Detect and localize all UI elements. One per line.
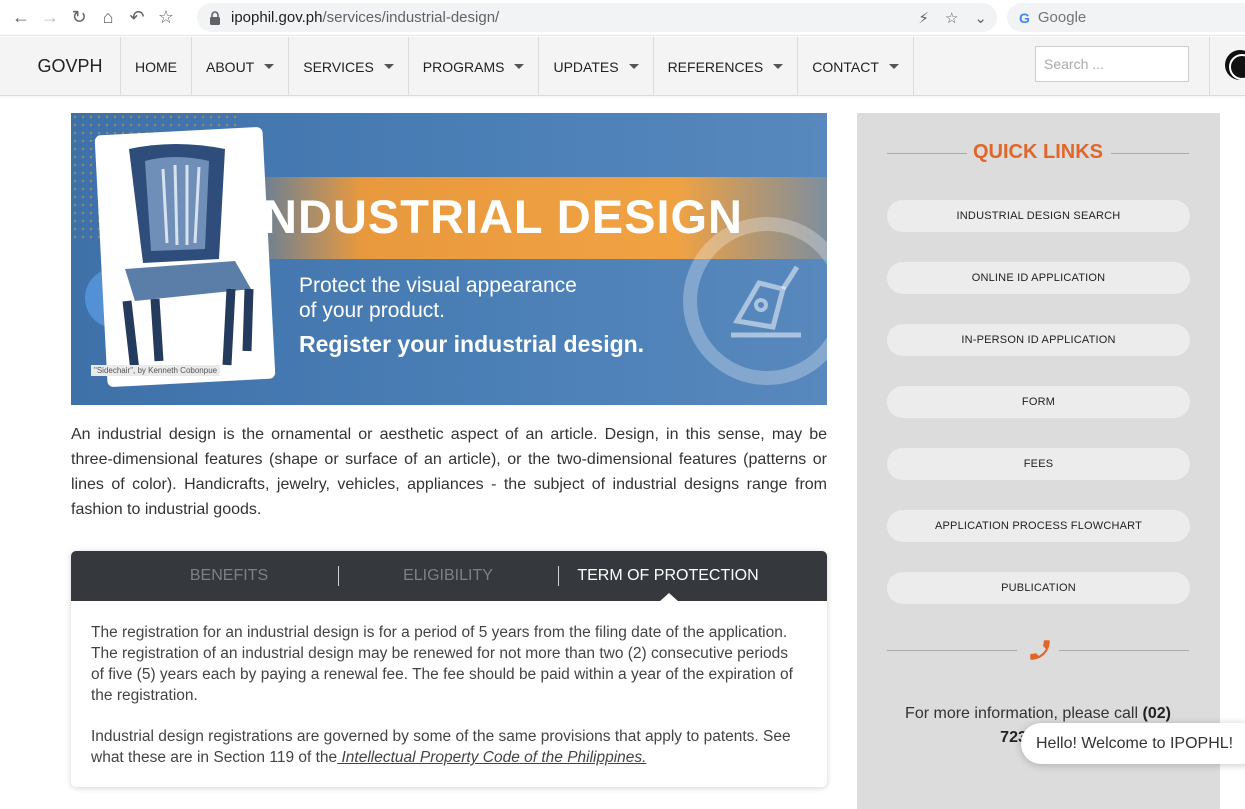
tab-eligibility[interactable]: ELIGIBILITY [339,551,557,601]
address-bar[interactable]: ipophil.gov.ph/services/industrial-desig… [197,3,997,32]
menu-item-label: HOME [135,58,177,75]
caret-down-icon [383,64,394,69]
caret-down-icon [514,64,525,69]
menu-item-label: UPDATES [553,58,619,75]
lock-icon [209,10,221,25]
home-icon[interactable]: ⌂ [95,5,121,31]
quick-link-application-process-flowchart[interactable]: APPLICATION PROCESS FLOWCHART [887,510,1190,542]
menu-item-home[interactable]: HOME [121,37,192,96]
accessibility-icon[interactable] [1225,50,1245,80]
browser-nav-buttons: ← → ↻ ⌂ ↶ ☆ [0,5,196,31]
menu-item-label: SERVICES [303,58,374,75]
undo-icon[interactable]: ↶ [124,5,150,31]
url-path: /services/industrial-design/ [322,9,500,26]
tab-content: The registration for an industrial desig… [91,622,801,768]
menu-item-updates[interactable]: UPDATES [539,37,654,96]
info-tabs-panel: BENEFITS ELIGIBILITY TERM OF PROTECTION … [71,551,827,787]
phone-divider-row [887,635,1189,665]
quick-link-online-id-application[interactable]: ONLINE ID APPLICATION [887,262,1190,294]
industrial-design-description: An industrial design is the ornamental o… [71,426,827,518]
banner-title: INDUSTRIAL DESIGN [249,190,743,243]
industrial-design-banner: "Sidechair", by Kenneth Cobonpue INDUSTR… [71,113,827,405]
caret-down-icon [773,64,784,69]
caret-down-icon [628,64,639,69]
contact-info-text: For more information, please call [905,705,1143,722]
term-paragraph: The registration for an industrial desig… [91,624,793,704]
quick-links-title: QUICK LINKS [973,141,1103,163]
active-tab-indicator [659,593,679,602]
site-search-input[interactable] [1035,46,1189,82]
ip-code-link[interactable]: Intellectual Property Code of the Philip… [337,749,646,766]
caret-down-icon [264,64,275,69]
back-icon[interactable]: ← [8,5,34,31]
quick-links-heading-row: QUICK LINKS [887,141,1189,165]
banner-line-1: Protect the visual appearance [299,274,577,297]
site-header: GOVPH HOME ABOUT SERVICES PROGRAMS UPDAT… [0,37,1245,96]
banner-line-2: of your product. [299,299,445,322]
quick-link-fees[interactable]: FEES [887,448,1190,480]
quick-link-in-person-id-application[interactable]: IN-PERSON ID APPLICATION [887,324,1190,356]
google-icon: G [1019,9,1030,26]
banner-subtitle: Protect the visual appearance of your pr… [299,273,577,323]
url-host: ipophil.gov.ph [231,9,323,26]
tab-bar: BENEFITS ELIGIBILITY TERM OF PROTECTION [71,551,827,602]
chair-illustration [122,144,254,371]
header-divider [1209,37,1210,96]
browser-search-box[interactable]: G Google [1007,3,1245,32]
caret-down-icon [888,64,899,69]
quick-links-sidebar: QUICK LINKS INDUSTRIAL DESIGN SEARCH ONL… [857,113,1220,809]
phone-rule-right [1059,650,1189,651]
main-menu: HOME ABOUT SERVICES PROGRAMS UPDATES REF… [121,37,914,96]
banner-caption: "Sidechair", by Kenneth Cobonpue [91,365,221,376]
governance-paragraph: Industrial design registrations are gove… [91,726,801,768]
quick-link-industrial-design-search[interactable]: INDUSTRIAL DESIGN SEARCH [887,200,1190,232]
reload-icon[interactable]: ↻ [66,5,92,31]
favorite-star-icon[interactable]: ☆ [945,9,958,27]
browser-toolbar: ← → ↻ ⌂ ↶ ☆ ipophil.gov.ph/services/indu… [0,0,1245,36]
brand-logo-link[interactable]: GOVPH [20,37,121,96]
chat-welcome-bubble[interactable]: Hello! Welcome to IPOPHL! [1021,723,1245,764]
bookmark-star-icon[interactable]: ☆ [153,5,179,31]
forward-icon[interactable]: → [37,5,63,31]
phone-rule-left [887,650,1017,651]
menu-item-label: PROGRAMS [422,58,505,75]
chevron-down-icon[interactable]: ⌄ [974,9,987,27]
menu-item-services[interactable]: SERVICES [289,37,409,96]
menu-item-label: CONTACT [812,58,879,75]
quick-link-publication[interactable]: PUBLICATION [887,572,1190,604]
tab-benefits[interactable]: BENEFITS [119,551,339,601]
menu-item-references[interactable]: REFERENCES [654,37,799,96]
contact-phone-area: (02) [1142,705,1171,722]
banner-cta-text: Register your industrial design. [299,331,645,357]
address-bar-actions: ⚡︎ ☆ ⌄ [918,3,987,32]
menu-item-about[interactable]: ABOUT [192,37,290,96]
menu-item-label: REFERENCES [667,58,764,75]
browser-search-placeholder: Google [1037,9,1087,26]
phone-icon [1030,640,1050,660]
quick-link-form[interactable]: FORM [887,386,1190,418]
lightning-icon[interactable]: ⚡︎ [918,9,929,27]
menu-item-programs[interactable]: PROGRAMS [409,37,540,96]
menu-item-label: ABOUT [206,58,255,75]
menu-item-contact[interactable]: CONTACT [798,37,914,96]
